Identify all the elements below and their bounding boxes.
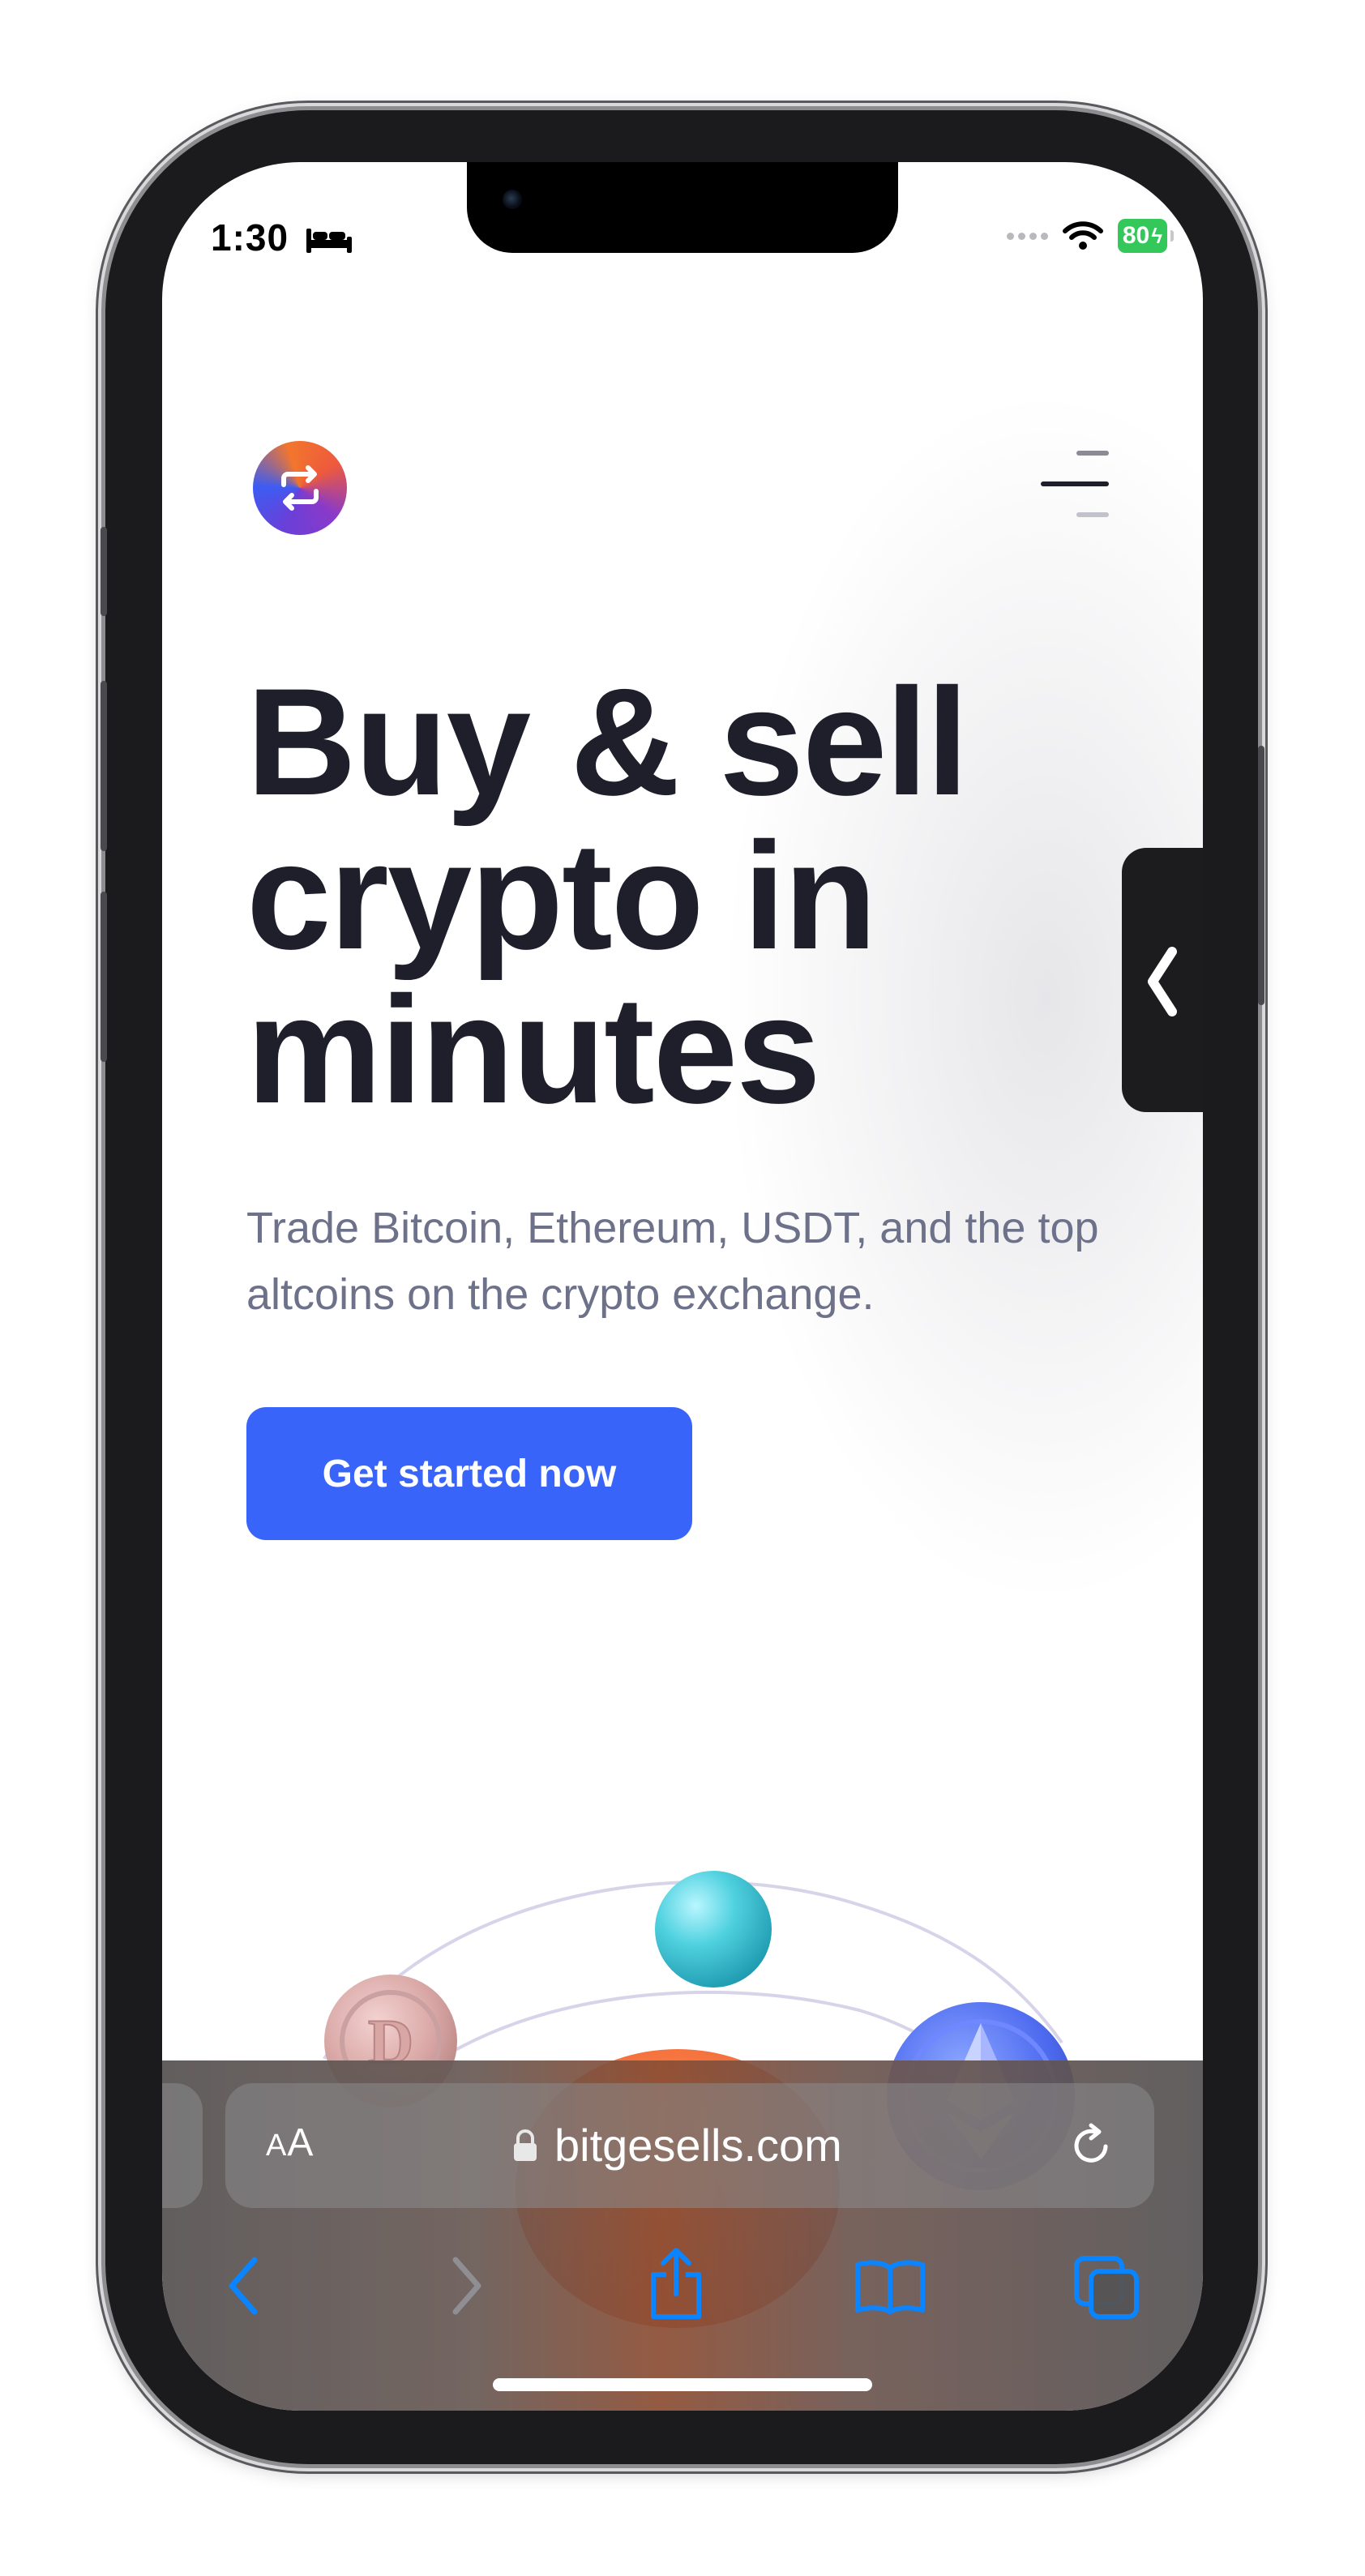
home-indicator [493,2378,872,2391]
battery-tip [1170,230,1174,242]
share-icon[interactable] [645,2247,707,2326]
volume-down-button [101,892,107,1062]
battery-level: 80 [1122,222,1150,249]
forward-icon[interactable] [447,2255,486,2321]
reload-icon[interactable] [1068,2122,1115,2169]
hero-title: Buy & sell crypto in minutes [246,657,969,1135]
tabs-icon[interactable] [1073,2255,1141,2324]
get-started-button[interactable]: Get started now [246,1407,692,1540]
page-settings-button[interactable]: AA [266,2120,314,2165]
lock-icon [514,2129,537,2161]
safari-toolbar: AA bitgesells.com [162,2060,1203,2411]
aa-small-label: A [266,2129,288,2163]
sleep-focus-icon [305,225,353,259]
hero-subtitle: Trade Bitcoin, Ethereum, USDT, and the t… [246,1204,1099,1319]
volume-up-button [101,681,107,851]
notch [467,162,898,253]
menu-line-middle [1041,481,1109,486]
safari-nav-row [162,2248,1203,2336]
menu-line-top [1076,451,1109,456]
exchange-arrows-icon [281,465,319,511]
phone-screen: 1:30 80 ϟ Buy & sell crypto in minutes T… [162,162,1203,2411]
url-text: bitgesells.com [554,2120,842,2171]
status-time: 1:30 [211,216,289,259]
status-right-group: 80 ϟ [1006,219,1174,253]
back-icon[interactable] [224,2255,263,2321]
previous-tab-preview[interactable] [162,2083,203,2208]
logo[interactable] [253,441,347,535]
bookmarks-icon[interactable] [854,2258,926,2319]
side-panel-tab[interactable] [1122,848,1203,1112]
chevron-left-icon [1148,947,1177,1016]
charging-bolt-icon: ϟ [1151,223,1162,248]
cellular-signal-icon [1006,232,1048,240]
hamburger-menu-icon[interactable] [1038,447,1110,520]
aa-large-label: A [287,2121,315,2164]
menu-line-bottom [1076,512,1109,517]
power-button [1258,746,1264,1005]
teal-sphere [655,1871,772,1988]
action-button [101,527,107,616]
wifi-icon [1062,221,1103,250]
battery-indicator: 80 ϟ [1117,219,1167,253]
address-bar[interactable]: AA bitgesells.com [225,2083,1154,2208]
front-camera [503,190,522,209]
